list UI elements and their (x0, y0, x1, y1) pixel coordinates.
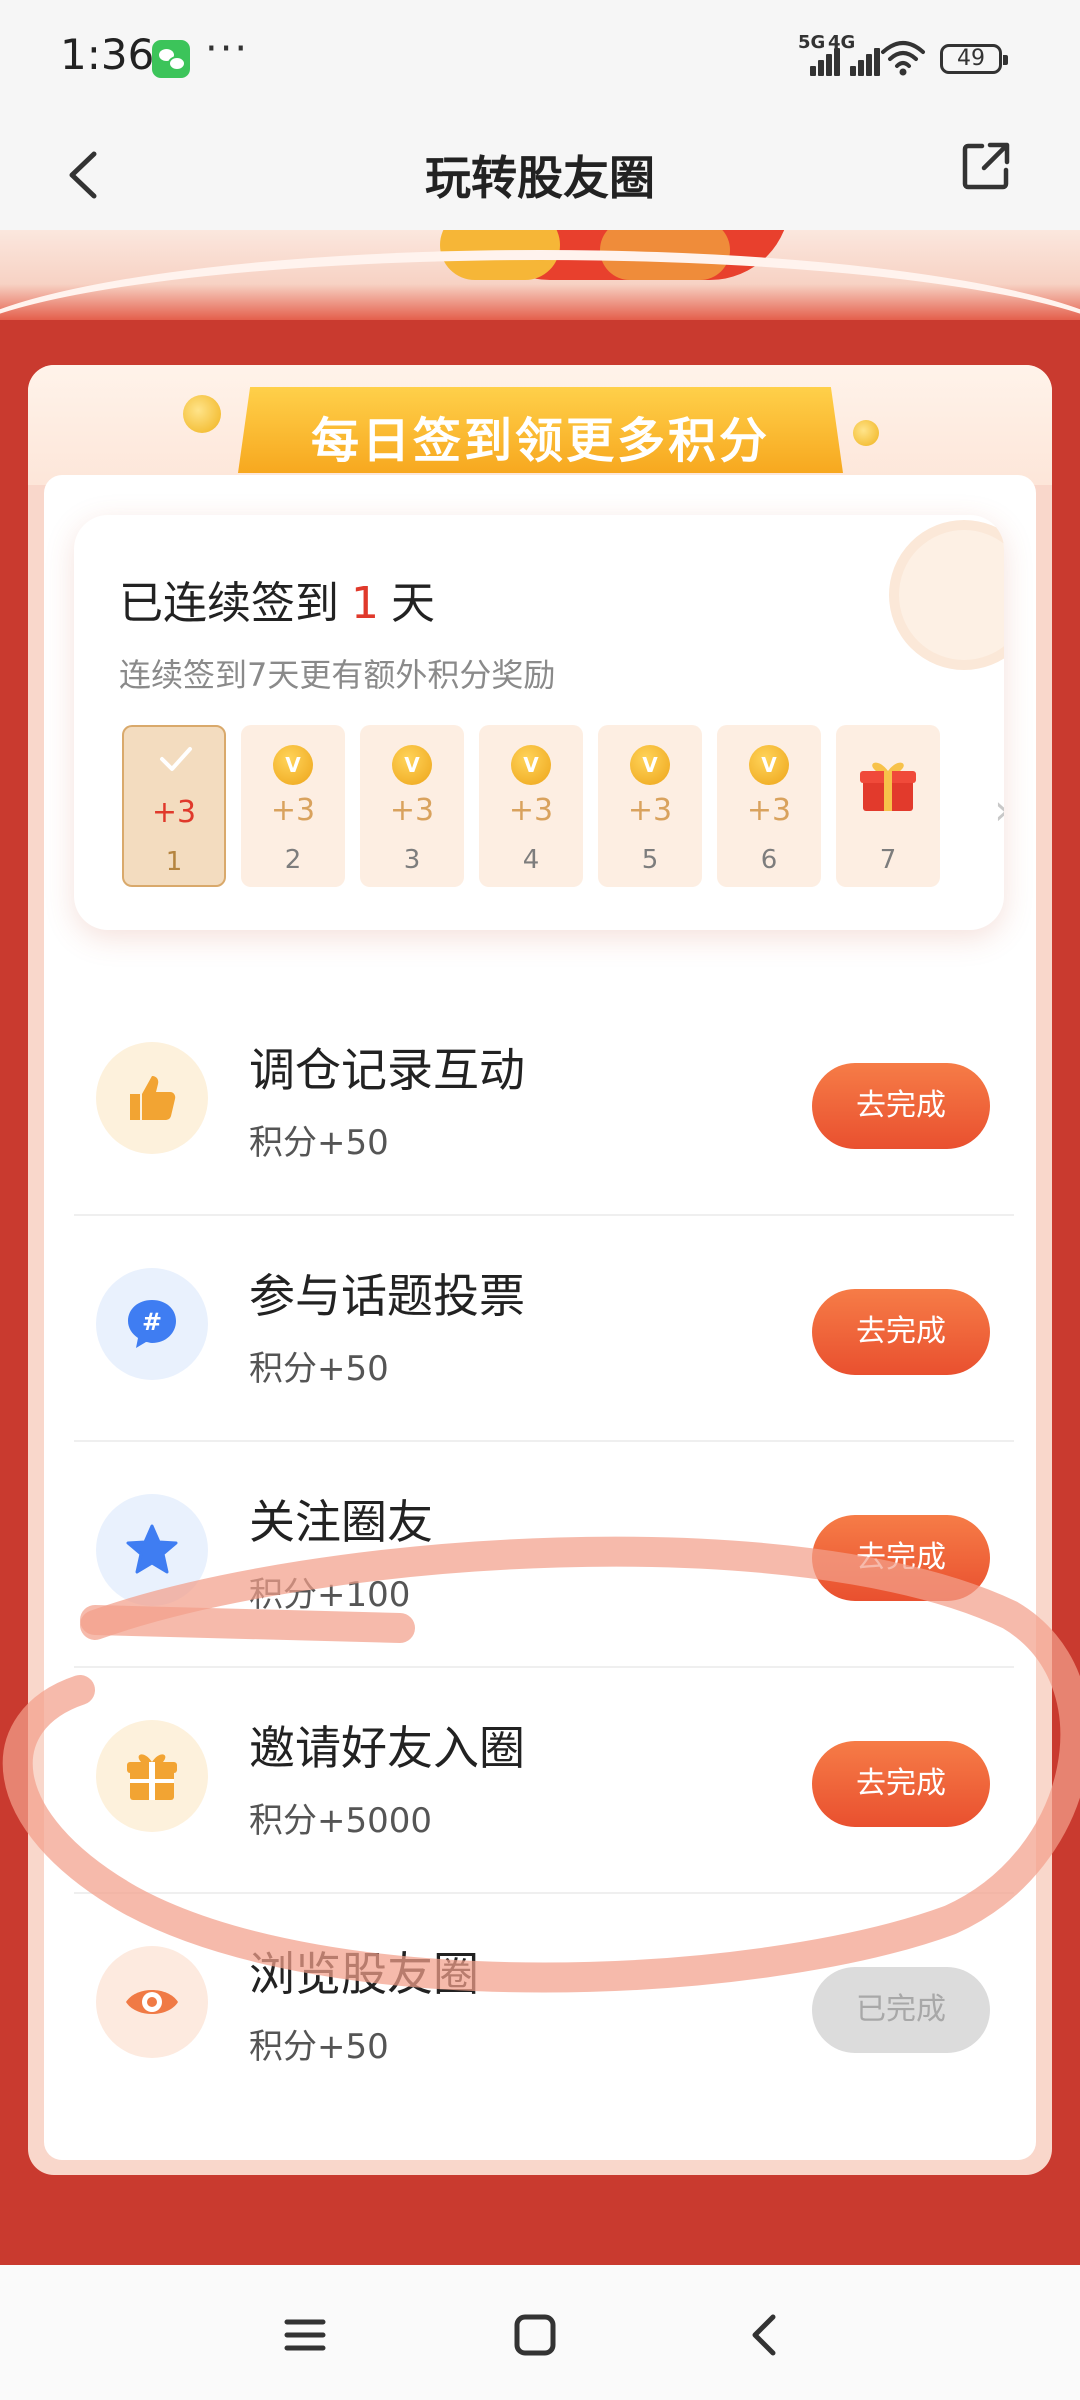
menu-icon[interactable] (275, 2305, 335, 2365)
eye-icon (96, 1946, 208, 2058)
checkin-subtitle: 连续签到7天更有额外积分奖励 (119, 656, 556, 694)
page-title: 玩转股友圈 (425, 151, 655, 205)
panel-header: 每日签到领更多积分 (28, 365, 1052, 485)
task-row: 邀请好友入圈 积分+5000 去完成 (74, 1668, 1014, 1894)
checkin-streak-title: 已连续签到 1 天 (119, 567, 435, 631)
battery-icon: 49 (940, 44, 1008, 74)
coin-icon (183, 395, 221, 433)
day-number: 2 (284, 845, 302, 875)
checkin-day-4[interactable]: V +3 4 (479, 725, 583, 887)
task-points: 积分+50 (249, 1349, 389, 1389)
more-notifications-icon: ··· (205, 26, 250, 72)
day-number: 3 (403, 845, 421, 875)
task-row: 关注圈友 积分+100 去完成 (74, 1442, 1014, 1668)
chevron-right-icon[interactable]: › (994, 785, 1004, 834)
hashtag-chat-icon: # (96, 1268, 208, 1380)
task-row: 调仓记录互动 积分+50 去完成 (74, 990, 1014, 1216)
task-name: 关注圈友 (249, 1495, 433, 1549)
v-coin-icon: V (630, 745, 670, 785)
wifi-icon (881, 41, 925, 76)
back-icon[interactable] (735, 2305, 795, 2365)
checkin-day-7[interactable]: 7 (836, 725, 940, 887)
go-complete-button[interactable]: 去完成 (812, 1515, 990, 1601)
checkin-day-6[interactable]: V +3 6 (717, 725, 821, 887)
daily-checkin-banner: 每日签到领更多积分 (238, 387, 843, 473)
day-points: +3 (270, 793, 316, 828)
checkin-days-row: +3 1 V +3 2 V +3 3 V +3 4 V +3 5 V +3 6 … (122, 725, 1004, 890)
streak-prefix: 已连续签到 (119, 578, 339, 629)
task-name: 调仓记录互动 (249, 1043, 525, 1097)
task-row: # 参与话题投票 积分+50 去完成 (74, 1216, 1014, 1442)
task-name: 参与话题投票 (249, 1269, 525, 1323)
gift-icon (96, 1720, 208, 1832)
checkin-day-3[interactable]: V +3 3 (360, 725, 464, 887)
day-points: +3 (508, 793, 554, 828)
system-navigation-bar (0, 2265, 1080, 2400)
day-points: +3 (151, 795, 197, 830)
hero-decoration (0, 230, 1080, 320)
day-points: +3 (746, 793, 792, 828)
hero-background: 每日签到领更多积分 已连续签到1天 连续签到7天更有额外积分奖励 +3 1 (0, 230, 1080, 2265)
task-name: 浏览股友圈 (249, 1947, 479, 2001)
v-coin-icon: V (511, 745, 551, 785)
wechat-notification-icon (152, 40, 190, 78)
network-label-5g: 5G (798, 32, 826, 53)
go-complete-button[interactable]: 去完成 (812, 1741, 990, 1827)
checkin-day-2[interactable]: V +3 2 (241, 725, 345, 887)
task-points: 积分+5000 (249, 1801, 433, 1841)
checkin-card: 已连续签到 1 天 连续签到7天更有额外积分奖励 +3 1 V +3 2 V +… (74, 515, 1004, 930)
go-complete-button[interactable]: 去完成 (812, 1289, 990, 1375)
status-bar: 1:36 ··· 5G 4G 49 (0, 0, 1080, 120)
status-time: 1:36 (60, 30, 155, 79)
share-icon[interactable] (960, 140, 1012, 192)
v-coin-icon: V (392, 745, 432, 785)
streak-suffix: 天 (391, 578, 435, 629)
star-icon (96, 1494, 208, 1606)
home-square-icon[interactable] (505, 2305, 565, 2365)
task-name: 邀请好友入圈 (249, 1721, 525, 1775)
day-number: 1 (165, 847, 183, 877)
check-icon (160, 747, 192, 771)
svg-text:#: # (142, 1308, 162, 1336)
day-number: 6 (760, 845, 778, 875)
v-coin-icon: V (273, 745, 313, 785)
checkin-day-5[interactable]: V +3 5 (598, 725, 702, 887)
task-row: 浏览股友圈 积分+50 已完成 (74, 1894, 1014, 2120)
v-coin-icon: V (749, 745, 789, 785)
task-points: 积分+50 (249, 2027, 389, 2067)
gift-box-icon (860, 762, 916, 811)
nav-bar: 玩转股友圈 (0, 120, 1080, 230)
network-label-4g: 4G (828, 32, 856, 53)
thumbs-up-icon (96, 1042, 208, 1154)
panel-body: 已连续签到 1 天 连续签到7天更有额外积分奖励 +3 1 V +3 2 V +… (44, 475, 1036, 2160)
watermark-coin-icon (889, 520, 1004, 670)
streak-count: 1 (351, 578, 379, 629)
day-number: 7 (879, 845, 897, 875)
banner-text: 每日签到领更多积分 (310, 413, 770, 469)
day-points: +3 (389, 793, 435, 828)
day-number: 5 (641, 845, 659, 875)
task-points: 积分+100 (249, 1575, 411, 1615)
coin-icon (853, 420, 879, 446)
task-points: 积分+50 (249, 1123, 389, 1163)
checkin-day-1[interactable]: +3 1 (122, 725, 226, 887)
day-points: +3 (627, 793, 673, 828)
go-complete-button[interactable]: 去完成 (812, 1063, 990, 1149)
completed-button: 已完成 (812, 1967, 990, 2053)
day-number: 4 (522, 845, 540, 875)
tasks-panel: 每日签到领更多积分 已连续签到1天 连续签到7天更有额外积分奖励 +3 1 (28, 365, 1052, 2175)
